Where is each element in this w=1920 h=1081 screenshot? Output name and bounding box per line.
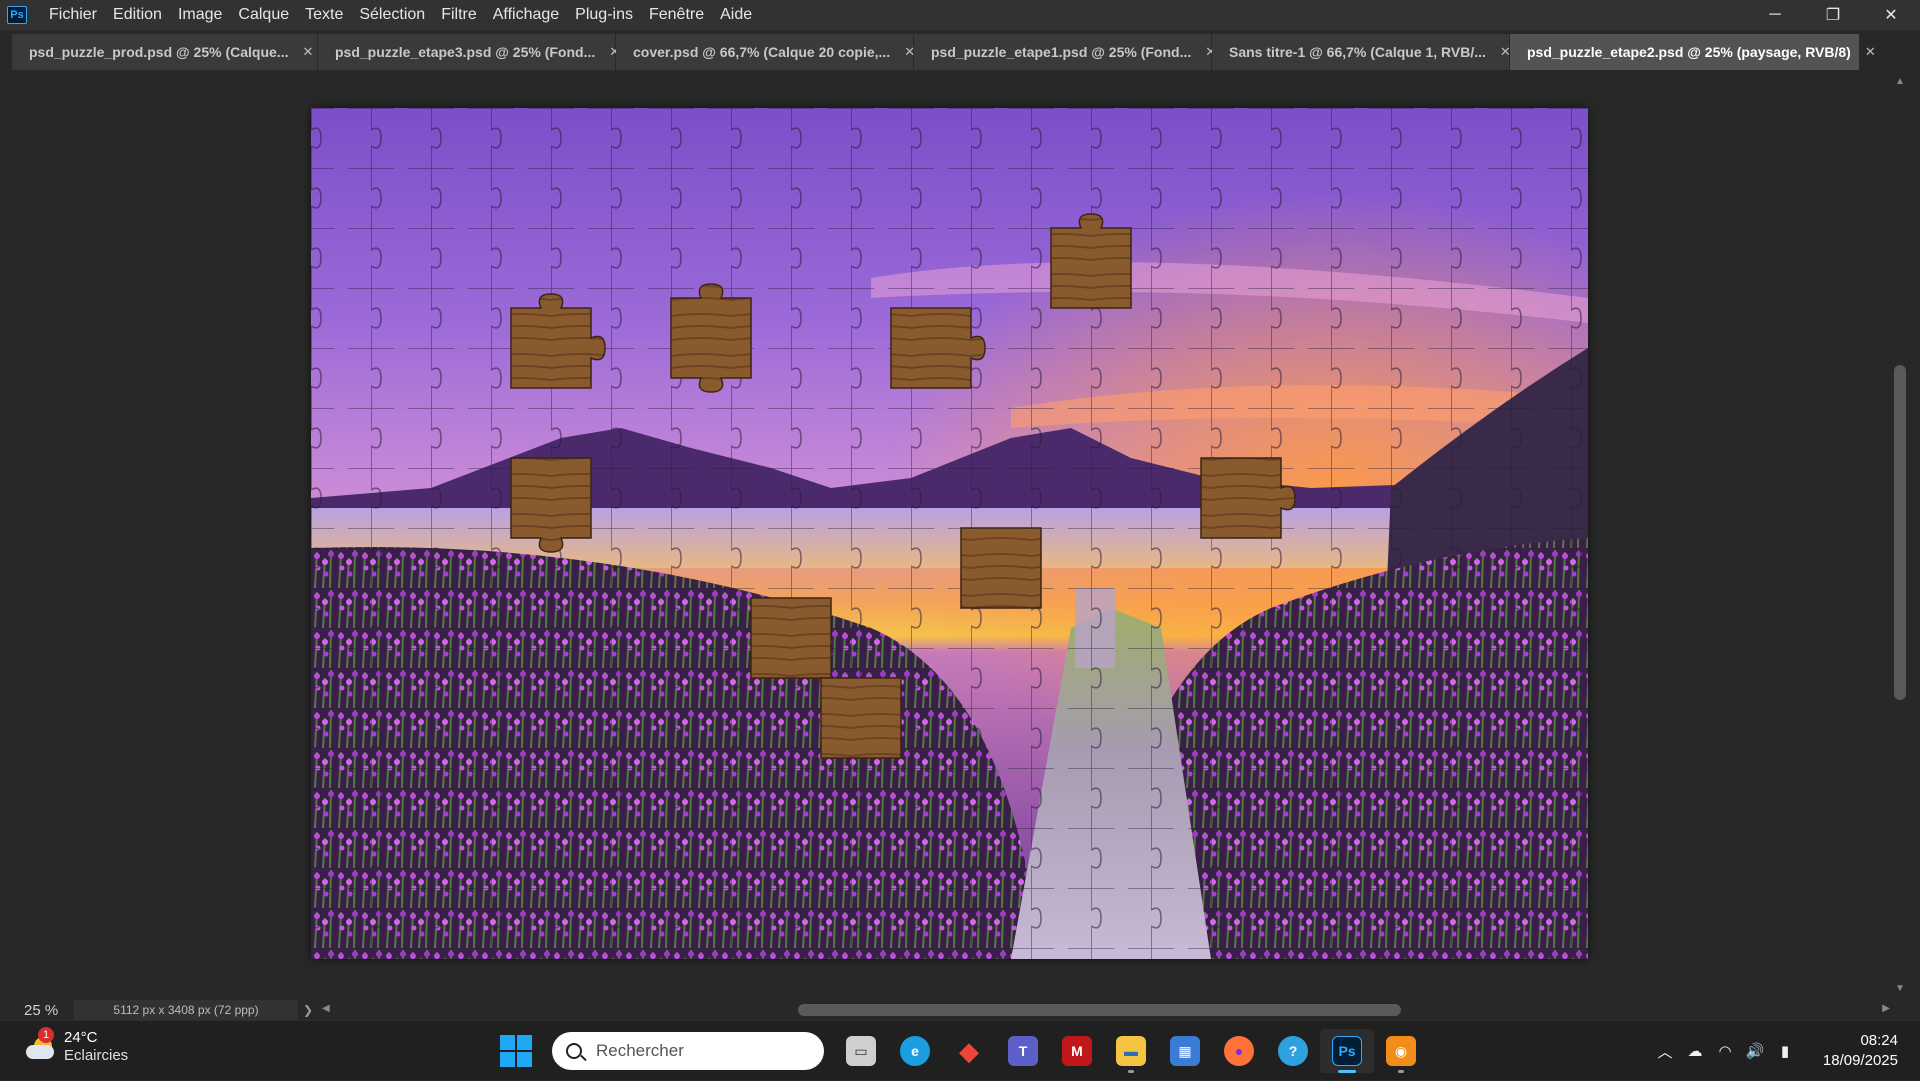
folder-icon: ▬ <box>1116 1036 1146 1066</box>
menu-aide[interactable]: Aide <box>712 0 760 30</box>
weather-widget[interactable]: 1 24°C Eclaircies <box>24 1027 129 1065</box>
document-info: 5112 px x 3408 px (72 ppp) <box>74 1000 298 1020</box>
menu-texte[interactable]: Texte <box>297 0 351 30</box>
document-tabs: psd_puzzle_prod.psd @ 25% (Calque... ✕ p… <box>0 34 1920 70</box>
tab-label: Sans titre-1 @ 66,7% (Calque 1, RVB/... <box>1229 44 1486 60</box>
notification-badge: 1 <box>38 1027 54 1043</box>
search-box[interactable]: Rechercher <box>552 1032 824 1070</box>
photoshop-button[interactable]: Ps <box>1320 1029 1374 1073</box>
media-app-button[interactable]: ◉ <box>1374 1029 1428 1073</box>
tab-label: psd_puzzle_etape2.psd @ 25% (paysage, RV… <box>1527 44 1851 60</box>
tab-label: psd_puzzle_etape3.psd @ 25% (Fond... <box>335 44 596 60</box>
wifi-icon[interactable]: ◠ <box>1710 1042 1740 1060</box>
landscape-puzzle-image <box>311 108 1588 959</box>
minimize-button[interactable]: ─ <box>1746 0 1804 30</box>
weather-condition: Eclaircies <box>64 1047 129 1064</box>
search-placeholder: Rechercher <box>596 1041 684 1060</box>
horizontal-scrollbar[interactable]: ◀ ▶ <box>318 1000 1908 1020</box>
vertical-scrollbar[interactable]: ▲ ▼ <box>1892 70 1908 1000</box>
battery-icon[interactable]: ▮ <box>1770 1042 1800 1060</box>
photoshop-logo-icon[interactable]: Ps <box>7 6 27 24</box>
tab-label: psd_puzzle_prod.psd @ 25% (Calque... <box>29 44 289 60</box>
image-canvas[interactable] <box>311 108 1588 959</box>
close-icon[interactable]: ✕ <box>302 44 313 60</box>
tab-psd-puzzle-etape2[interactable]: psd_puzzle_etape2.psd @ 25% (paysage, RV… <box>1510 34 1876 70</box>
scroll-left-icon[interactable]: ◀ <box>322 1003 330 1014</box>
scroll-up-icon[interactable]: ▲ <box>1895 76 1905 87</box>
clock-time: 08:24 <box>1860 1032 1898 1049</box>
mcafee-button[interactable]: M <box>1050 1029 1104 1073</box>
clock-date: 18/09/2025 <box>1822 1052 1898 1069</box>
weather-icon: 1 <box>24 1027 56 1063</box>
task-view-button[interactable]: ▭ <box>834 1029 888 1073</box>
scroll-right-icon[interactable]: ▶ <box>1882 1003 1890 1014</box>
tab-psd-puzzle-prod[interactable]: psd_puzzle_prod.psd @ 25% (Calque... ✕ <box>12 34 318 70</box>
tab-psd-puzzle-etape1[interactable]: psd_puzzle_etape1.psd @ 25% (Fond... ✕ <box>914 34 1216 70</box>
media-app-icon: ◉ <box>1386 1036 1416 1066</box>
system-tray: ︿ ☁ ◠ 🔊 ▮ 08:24 18/09/2025 <box>1650 1021 1920 1081</box>
task-view-icon: ▭ <box>846 1036 876 1066</box>
tab-cover[interactable]: cover.psd @ 66,7% (Calque 20 copie,... ✕ <box>616 34 915 70</box>
tab-label: cover.psd @ 66,7% (Calque 20 copie,... <box>633 44 891 60</box>
firefox-button[interactable]: ● <box>1212 1029 1266 1073</box>
window-controls: ─ ❐ ✕ <box>1746 0 1920 30</box>
tab-label: psd_puzzle_etape1.psd @ 25% (Fond... <box>931 44 1192 60</box>
menu-fichier[interactable]: Fichier <box>41 0 105 30</box>
menu-image[interactable]: Image <box>170 0 230 30</box>
menu-calque[interactable]: Calque <box>230 0 297 30</box>
zoom-level[interactable]: 25 % <box>12 1002 74 1019</box>
weather-temperature: 24°C <box>64 1029 98 1046</box>
firefox-icon: ● <box>1224 1036 1254 1066</box>
anydesk-button[interactable]: ◆ <box>942 1029 996 1073</box>
menu-affichage[interactable]: Affichage <box>485 0 567 30</box>
start-button[interactable] <box>500 1035 532 1067</box>
anydesk-icon: ◆ <box>959 1035 979 1066</box>
taskbar-apps: Rechercher ▭ e ◆ T M ▬ ▦ ● ? Ps ◉ <box>500 1029 1428 1073</box>
chevron-up-icon[interactable]: ︿ <box>1650 1041 1680 1062</box>
onedrive-cloud-icon[interactable]: ☁ <box>1680 1042 1710 1060</box>
edge-button[interactable]: e <box>888 1029 942 1073</box>
edge-beta-button[interactable]: ? <box>1266 1029 1320 1073</box>
photoshop-icon: Ps <box>1332 1036 1362 1066</box>
file-explorer-button[interactable]: ▬ <box>1104 1029 1158 1073</box>
volume-icon[interactable]: 🔊 <box>1740 1042 1770 1060</box>
horizontal-scroll-thumb[interactable] <box>798 1004 1401 1016</box>
tab-sans-titre-1[interactable]: Sans titre-1 @ 66,7% (Calque 1, RVB/... … <box>1212 34 1511 70</box>
restore-button[interactable]: ❐ <box>1804 0 1862 30</box>
store-icon: ▦ <box>1170 1036 1200 1066</box>
store-button[interactable]: ▦ <box>1158 1029 1212 1073</box>
edge-icon: e <box>900 1036 930 1066</box>
status-bar: 25 % 5112 px x 3408 px (72 ppp) ❯ ◀ ▶ <box>12 1000 1908 1020</box>
document-area[interactable] <box>12 70 1892 1000</box>
menu-fenetre[interactable]: Fenêtre <box>641 0 712 30</box>
close-icon[interactable]: ✕ <box>1865 44 1876 60</box>
mcafee-icon: M <box>1062 1036 1092 1066</box>
edge-beta-icon: ? <box>1278 1036 1308 1066</box>
tab-psd-puzzle-etape3[interactable]: psd_puzzle_etape3.psd @ 25% (Fond... ✕ <box>318 34 620 70</box>
menu-plugins[interactable]: Plug-ins <box>567 0 641 30</box>
taskbar: 1 24°C Eclaircies Rechercher ▭ e ◆ T M ▬… <box>0 1020 1920 1080</box>
menu-edition[interactable]: Edition <box>105 0 170 30</box>
teams-button[interactable]: T <box>996 1029 1050 1073</box>
menu-selection[interactable]: Sélection <box>351 0 433 30</box>
search-icon <box>566 1043 582 1059</box>
close-button[interactable]: ✕ <box>1862 0 1920 30</box>
clock[interactable]: 08:24 18/09/2025 <box>1800 1031 1920 1071</box>
menu-filtre[interactable]: Filtre <box>433 0 485 30</box>
vertical-scroll-thumb[interactable] <box>1894 365 1906 700</box>
chevron-right-icon[interactable]: ❯ <box>298 1003 318 1017</box>
teams-icon: T <box>1008 1036 1038 1066</box>
menu-bar: Ps Fichier Edition Image Calque Texte Sé… <box>0 0 1920 30</box>
scroll-down-icon[interactable]: ▼ <box>1895 983 1905 994</box>
